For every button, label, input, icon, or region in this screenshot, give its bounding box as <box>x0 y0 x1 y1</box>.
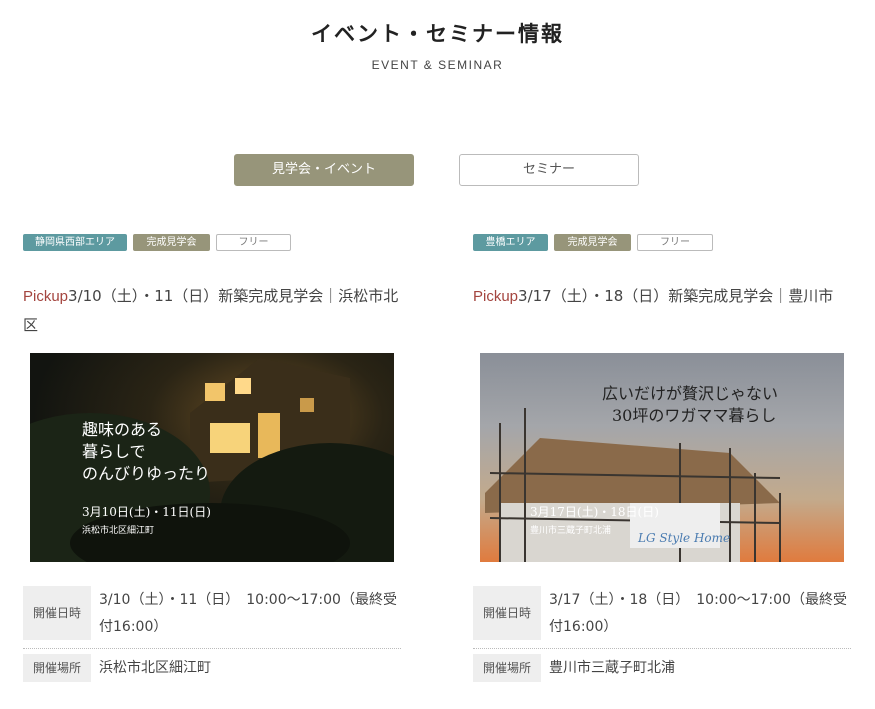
event-date-row: 開催日時 3/10（土）・11（日） 10:00〜17:00（最終受付16:00… <box>23 586 403 641</box>
date-label: 開催日時 <box>23 586 91 640</box>
image-headline-line: のんびりゆったり <box>82 464 211 483</box>
image-headline-line: 30坪のワガママ暮らし <box>612 406 777 425</box>
image-headline-line: 暮らしで <box>82 442 146 461</box>
brand-logo: LG Style Home <box>638 531 731 545</box>
pickup-label: Pickup <box>23 288 69 305</box>
area-tag[interactable]: 静岡県西部エリア <box>23 234 127 251</box>
type-tag[interactable]: 完成見学会 <box>133 234 210 251</box>
event-place-row: 開催場所 豊川市三蔵子町北浦 <box>473 654 853 682</box>
event-title: 3/17（土）・18（日）新築完成見学会｜豊川市 <box>518 287 834 305</box>
night-house-photo: 趣味のある 暮らしで のんびりゆったり 3月10日(土)・11日(日) 浜松市北… <box>30 353 394 562</box>
event-title-link[interactable]: Pickup3/10（土）・11（日）新築完成見学会｜浜松市北区 <box>23 282 403 339</box>
tag-list: 静岡県西部エリア 完成見学会 フリー <box>23 234 395 251</box>
event-card[interactable]: 豊橋エリア 完成見学会 フリー Pickup3/17（土）・18（日）新築完成見… <box>473 234 851 682</box>
section-header: イベント・セミナー情報 EVENT & SEMINAR <box>0 18 875 72</box>
image-headline: 趣味のある 暮らしで のんびりゆったり <box>82 419 210 485</box>
type-tag[interactable]: 完成見学会 <box>554 234 631 251</box>
page-title: イベント・セミナー情報 <box>311 22 564 46</box>
image-place: 豊川市三蔵子町北浦 <box>530 526 612 536</box>
event-image[interactable]: 広いだけが贅沢じゃない 30坪のワガママ暮らし 3月17日(土)・18日(日) … <box>473 353 845 562</box>
construction-house-photo: 広いだけが贅沢じゃない 30坪のワガママ暮らし 3月17日(土)・18日(日) … <box>480 353 844 562</box>
tab-tours-events[interactable]: 見学会・イベント <box>234 154 414 186</box>
date-value: 3/10（土）・11（日） 10:00〜17:00（最終受付16:00） <box>99 592 397 635</box>
event-place-row: 開催場所 浜松市北区細江町 <box>23 654 403 682</box>
image-date: 3月17日(土)・18日(日) <box>530 505 659 519</box>
area-tag[interactable]: 豊橋エリア <box>473 234 548 251</box>
place-label: 開催場所 <box>23 654 91 682</box>
date-value: 3/17（土）・18（日） 10:00〜17:00（最終受付16:00） <box>549 592 847 635</box>
place-value: 浜松市北区細江町 <box>99 660 211 676</box>
image-headline: 広いだけが贅沢じゃない 30坪のワガママ暮らし <box>602 383 778 427</box>
event-card[interactable]: 静岡県西部エリア 完成見学会 フリー Pickup3/10（土）・11（日）新築… <box>23 234 401 682</box>
free-tag[interactable]: フリー <box>216 234 291 251</box>
tag-list: 豊橋エリア 完成見学会 フリー <box>473 234 845 251</box>
free-tag[interactable]: フリー <box>637 234 713 251</box>
page-subtitle: EVENT & SEMINAR <box>371 58 504 72</box>
pickup-label: Pickup <box>473 288 519 305</box>
place-value: 豊川市三蔵子町北浦 <box>549 660 675 676</box>
image-headline-line: 趣味のある <box>82 420 163 439</box>
divider <box>473 648 851 649</box>
image-place: 浜松市北区細江町 <box>82 526 155 536</box>
event-title-link[interactable]: Pickup3/17（土）・18（日）新築完成見学会｜豊川市 <box>473 282 853 311</box>
divider <box>23 648 401 649</box>
place-label: 開催場所 <box>473 654 541 682</box>
event-title: 3/10（土）・11（日）新築完成見学会｜浜松市北区 <box>23 287 399 334</box>
image-headline-line: 広いだけが贅沢じゃない <box>602 384 779 403</box>
tab-seminar[interactable]: セミナー <box>459 154 639 186</box>
image-date: 3月10日(土)・11日(日) <box>82 505 211 519</box>
event-image[interactable]: 趣味のある 暮らしで のんびりゆったり 3月10日(土)・11日(日) 浜松市北… <box>23 353 395 562</box>
event-date-row: 開催日時 3/17（土）・18（日） 10:00〜17:00（最終受付16:00… <box>473 586 853 641</box>
date-label: 開催日時 <box>473 586 541 640</box>
